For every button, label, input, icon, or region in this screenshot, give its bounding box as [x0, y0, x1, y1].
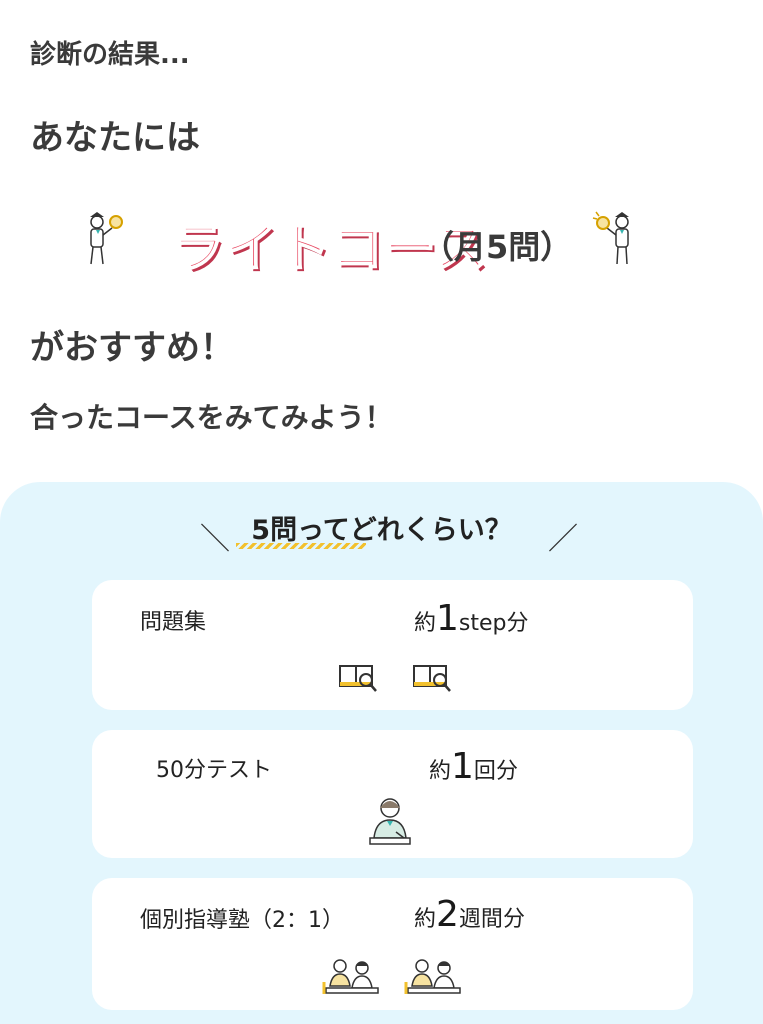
student-desk-icon: [369, 798, 411, 845]
title-underline-stripe: [236, 543, 366, 549]
tutor-students-icon: [404, 959, 461, 994]
amount-unit: step: [458, 611, 507, 636]
amount-unit: 回: [473, 759, 496, 784]
page: 診断の結果... あなたには ライトコース （月5問） がおすすめ！ 合ったコー…: [0, 0, 763, 1024]
amount-suffix: 分: [506, 611, 529, 636]
book-magnifier-icon: [339, 665, 377, 692]
amount-number: 1: [436, 598, 459, 639]
detective-mascot-icon: [592, 211, 629, 265]
comparison-card-test: 50分テスト 約1回分: [92, 730, 693, 858]
card-amount: 約2週間分: [414, 894, 525, 935]
amount-prefix: 約: [429, 759, 452, 784]
title-slash-right: ／: [548, 522, 578, 557]
comparison-card-tutoring: 個別指導塾（2：1） 約2週間分: [92, 878, 693, 1010]
course-sub: （月5問）: [422, 228, 573, 266]
book-magnifier-icon: [413, 665, 451, 692]
amount-suffix: 分: [502, 907, 525, 932]
course-prompt-text: 合ったコースをみてみよう！: [30, 401, 393, 434]
amount-number: 2: [436, 894, 459, 935]
panel-title: 5問ってどれくらい？: [251, 515, 512, 546]
amount-unit: 週間: [458, 907, 503, 932]
detective-mascot-icon: [90, 212, 123, 265]
course-row: ライトコース （月5問）: [0, 200, 763, 290]
card-label: 個別指導塾（2：1）: [140, 908, 344, 933]
card-amount: 約1回分: [429, 746, 518, 787]
comparison-card-workbook: 問題集 約1step分: [92, 580, 693, 710]
amount-suffix: 分: [495, 759, 518, 784]
osusume-text: がおすすめ！: [30, 328, 234, 368]
amount-number: 1: [451, 746, 474, 787]
card-label: 50分テスト: [156, 758, 272, 783]
card-amount: 約1step分: [414, 598, 529, 639]
anata-text: あなたには: [30, 118, 200, 158]
card-label: 問題集: [140, 610, 207, 635]
amount-prefix: 約: [414, 611, 437, 636]
tutor-students-icon: [322, 959, 379, 994]
result-label: 診断の結果...: [30, 40, 190, 70]
amount-prefix: 約: [414, 907, 437, 932]
